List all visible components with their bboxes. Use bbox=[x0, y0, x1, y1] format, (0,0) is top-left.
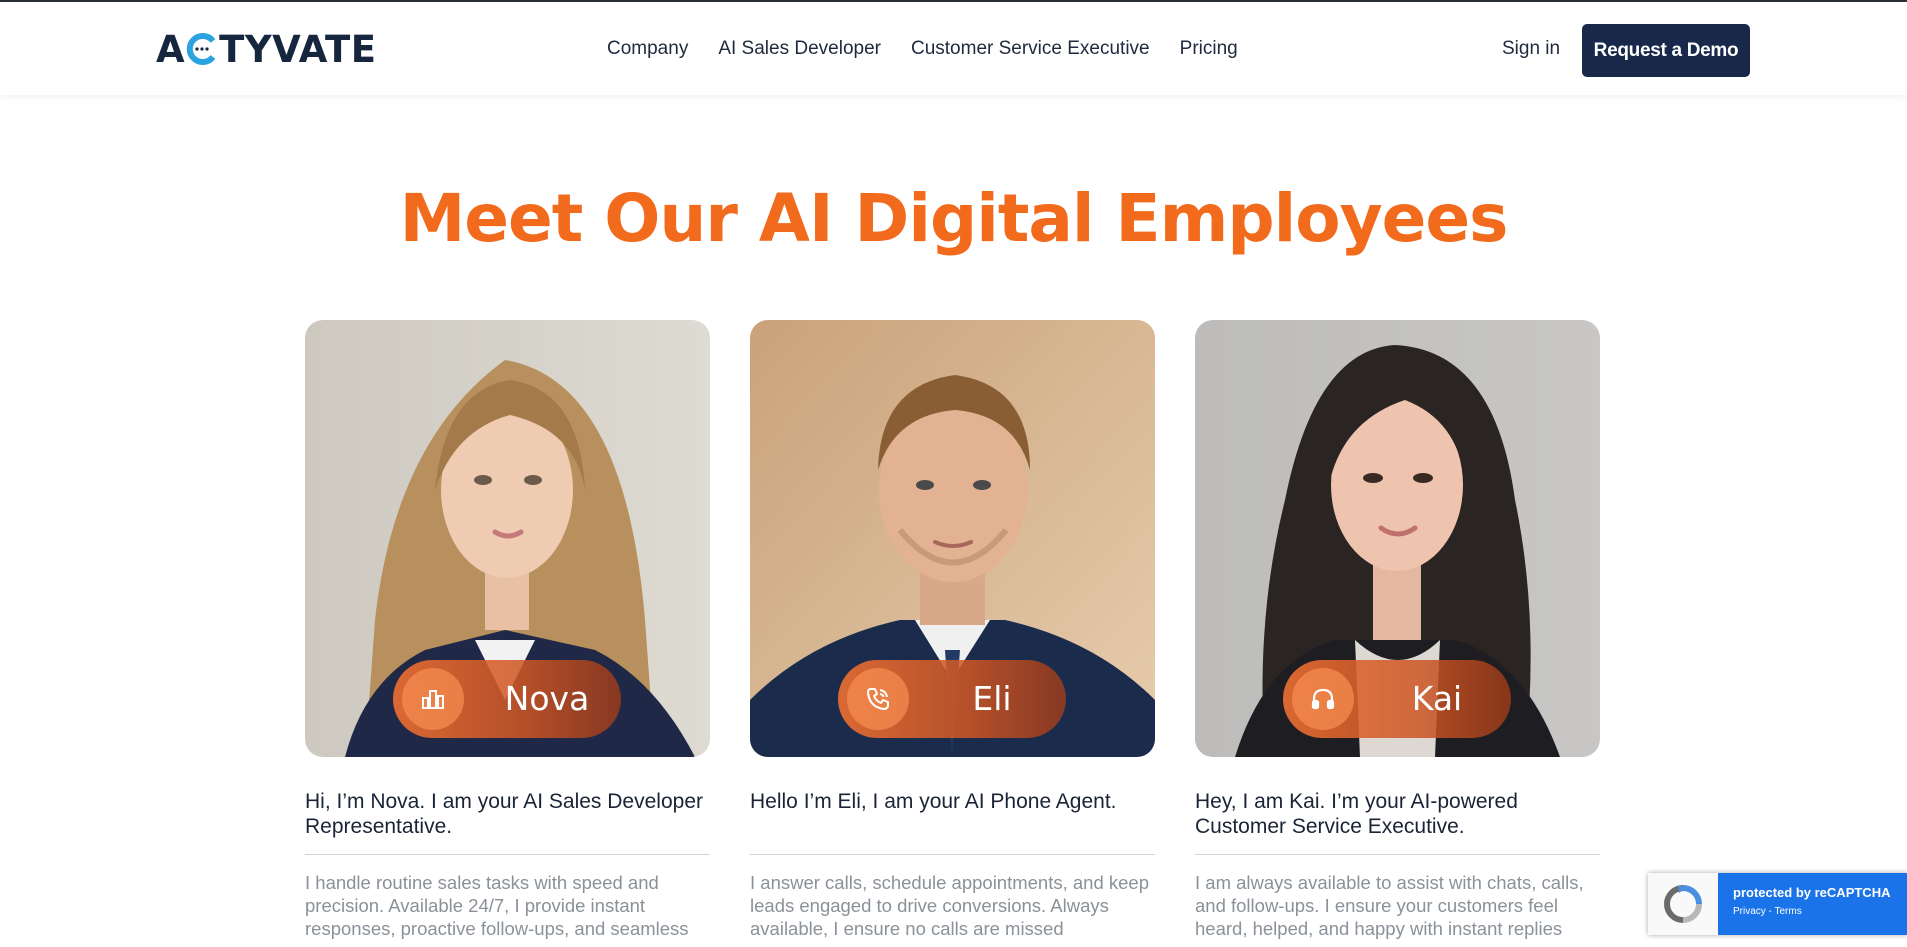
kai-divider bbox=[1195, 854, 1600, 855]
page-title: Meet Our AI Digital Employees bbox=[399, 180, 1509, 257]
nav-link-customer-service-executive[interactable]: Customer Service Executive bbox=[911, 38, 1150, 60]
recaptcha-badge[interactable]: protected by reCAPTCHA Privacy - Terms bbox=[1648, 873, 1907, 935]
logo-text-left: A bbox=[156, 27, 186, 71]
eli-name-badge: Eli bbox=[838, 660, 1066, 738]
nova-intro-text: Hi, I’m Nova. I am your AI Sales Develop… bbox=[305, 790, 703, 838]
kai-name-badge: Kai bbox=[1283, 660, 1511, 738]
logo-chat-bubble-icon bbox=[186, 33, 218, 65]
main-nav: Company AI Sales Developer Customer Serv… bbox=[607, 38, 1238, 60]
sign-in-link[interactable]: Sign in bbox=[1502, 38, 1560, 60]
phone-icon bbox=[847, 668, 909, 730]
bar-chart-icon bbox=[402, 668, 464, 730]
recaptcha-protected-label: protected by reCAPTCHA bbox=[1733, 885, 1891, 900]
request-demo-button[interactable]: Request a Demo bbox=[1582, 24, 1750, 77]
recaptcha-text: protected by reCAPTCHA Privacy - Terms bbox=[1718, 873, 1907, 935]
kai-description: I am always available to assist with cha… bbox=[1195, 872, 1584, 939]
headphones-icon bbox=[1292, 668, 1354, 730]
nova-divider bbox=[305, 854, 710, 855]
nova-description: I handle routine sales tasks with speed … bbox=[305, 872, 689, 939]
employee-card-nova: Nova Hi, I’m Nova. I am your AI Sales De… bbox=[305, 320, 710, 940]
nova-portrait-photo: Nova bbox=[305, 320, 710, 757]
recaptcha-icon bbox=[1648, 873, 1718, 935]
logo-text-right: TYVATE bbox=[219, 27, 377, 71]
eli-intro-text: Hello I’m Eli, I am your AI Phone Agent. bbox=[750, 790, 1117, 813]
nav-link-company[interactable]: Company bbox=[607, 38, 688, 60]
kai-portrait-photo: Kai bbox=[1195, 320, 1600, 757]
eli-divider bbox=[750, 854, 1155, 855]
site-header: A TYVATE Company AI Sales Developer Cust… bbox=[0, 2, 1907, 95]
employee-card-eli: Eli Hello I’m Eli, I am your AI Phone Ag… bbox=[750, 320, 1155, 940]
nova-name-badge: Nova bbox=[393, 660, 621, 738]
nav-link-ai-sales-developer[interactable]: AI Sales Developer bbox=[718, 38, 881, 60]
recaptcha-privacy-terms-link[interactable]: Privacy - Terms bbox=[1733, 906, 1907, 917]
nav-link-pricing[interactable]: Pricing bbox=[1180, 38, 1238, 60]
kai-intro-text: Hey, I am Kai. I’m your AI-powered Custo… bbox=[1195, 790, 1518, 838]
kai-name-label: Kai bbox=[1411, 679, 1463, 718]
employee-card-kai: Kai Hey, I am Kai. I’m your AI-powered C… bbox=[1195, 320, 1600, 940]
eli-portrait-photo: Eli bbox=[750, 320, 1155, 757]
nova-name-label: Nova bbox=[504, 679, 590, 718]
eli-description: I answer calls, schedule appointments, a… bbox=[750, 872, 1150, 939]
actyvate-logo[interactable]: A TYVATE bbox=[156, 27, 377, 71]
eli-name-label: Eli bbox=[972, 679, 1012, 718]
